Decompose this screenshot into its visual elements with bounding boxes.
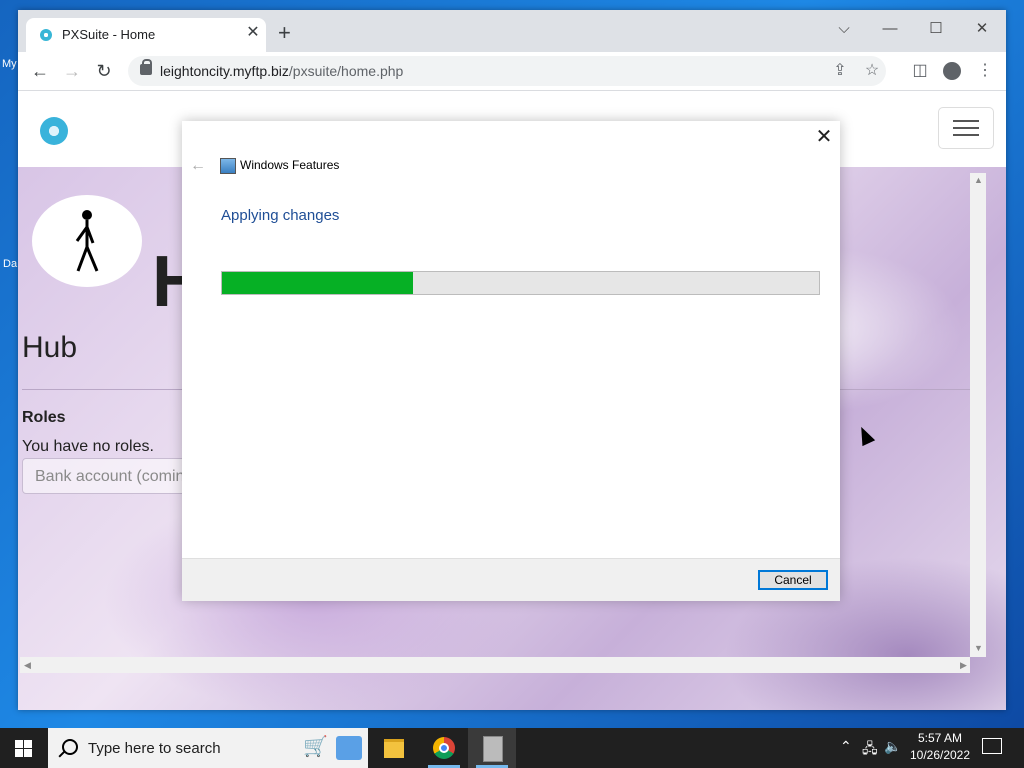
browser-toolbar: ← → ↻ leightoncity.myftp.biz/pxsuite/hom… — [18, 52, 1006, 91]
site-logo-icon[interactable] — [40, 117, 68, 145]
search-placeholder: Type here to search — [88, 740, 221, 757]
share-icon[interactable]: ⇪ — [828, 59, 852, 83]
stick-figure-icon — [75, 210, 99, 272]
lock-icon[interactable] — [140, 59, 152, 75]
maximize-button[interactable]: ☐ — [916, 16, 956, 42]
windows-features-dialog: ✕ ← Windows Features Applying changes Ca… — [182, 121, 840, 601]
cancel-button[interactable]: Cancel — [758, 570, 828, 590]
windows-logo-icon — [15, 740, 23, 748]
file-explorer-taskbar-button[interactable] — [370, 728, 418, 768]
back-arrow-icon[interactable]: ← — [28, 59, 52, 83]
chrome-taskbar-button[interactable] — [420, 728, 468, 768]
no-roles-text: You have no roles. — [22, 438, 154, 455]
page-title: Hub — [22, 331, 78, 364]
forward-arrow-icon[interactable]: → — [60, 59, 84, 83]
windows-features-icon — [220, 158, 236, 174]
chevron-up-icon[interactable]: ⌃ — [840, 738, 852, 755]
progress-bar — [221, 271, 820, 295]
back-arrow-icon[interactable]: ← — [190, 157, 206, 175]
taskbar: Type here to search 🛒 ⌃ 🖧 🔈 5:57 AM 10/2… — [0, 728, 1024, 768]
dialog-title: Windows Features — [240, 158, 340, 172]
hamburger-menu-button[interactable] — [938, 107, 994, 149]
horizontal-scrollbar[interactable]: ◀ ▶ — [20, 657, 970, 673]
new-tab-button[interactable]: + — [278, 22, 291, 44]
tab-search-chevron-icon[interactable]: ⌵ — [824, 16, 864, 42]
shopping-bag-icon — [336, 736, 362, 760]
scroll-up-icon[interactable]: ▲ — [974, 175, 983, 185]
dialog-footer: Cancel — [182, 558, 840, 601]
scroll-right-icon[interactable]: ▶ — [960, 660, 967, 671]
taskbar-search-box[interactable]: Type here to search 🛒 — [48, 728, 368, 768]
tab-pxsuite-home[interactable]: PXSuite - Home ✕ — [26, 18, 266, 52]
scroll-down-icon[interactable]: ▼ — [974, 643, 983, 653]
desktop-icon-label[interactable]: Da — [3, 258, 17, 270]
volume-icon[interactable]: 🔈 — [884, 738, 901, 755]
windows-features-taskbar-button[interactable] — [468, 728, 516, 768]
roles-heading: Roles — [22, 409, 66, 426]
kebab-menu-icon[interactable]: ⋮ — [973, 59, 997, 83]
close-tab-icon[interactable]: ✕ — [244, 24, 262, 42]
vertical-scrollbar[interactable]: ▲ ▼ — [970, 173, 986, 657]
folder-icon — [384, 739, 404, 758]
url-text[interactable]: leightoncity.myftp.biz/pxsuite/home.php — [160, 63, 403, 79]
chrome-icon — [433, 737, 455, 759]
profile-avatar-icon[interactable] — [943, 62, 961, 80]
notification-icon[interactable] — [982, 738, 1002, 754]
tab-title: PXSuite - Home — [62, 27, 156, 42]
start-button[interactable] — [0, 728, 48, 768]
clock-time: 5:57 AM — [917, 731, 963, 745]
avatar — [32, 195, 142, 287]
bookmark-star-icon[interactable]: ☆ — [860, 59, 884, 83]
minimize-button[interactable]: — — [870, 16, 910, 42]
network-icon[interactable]: 🖧 — [862, 738, 878, 762]
tab-strip: PXSuite - Home ✕ + ⌵ — ☐ ✕ — [18, 10, 1006, 52]
site-favicon-icon — [40, 29, 52, 41]
clock[interactable]: 5:57 AM 10/26/2022 — [900, 730, 980, 764]
dialog-heading: Applying changes — [221, 207, 340, 224]
search-icon — [62, 739, 78, 755]
close-dialog-icon[interactable]: ✕ — [812, 125, 836, 149]
clock-date: 10/26/2022 — [909, 748, 971, 762]
windows-features-icon — [483, 736, 503, 762]
shopping-cart-icon: 🛒 — [303, 736, 328, 758]
side-panel-icon[interactable]: ◫ — [908, 59, 932, 83]
progress-fill — [222, 272, 414, 294]
desktop-icon-label[interactable]: My — [2, 58, 17, 70]
scroll-left-icon[interactable]: ◀ — [24, 660, 31, 671]
address-bar[interactable]: leightoncity.myftp.biz/pxsuite/home.php … — [128, 56, 886, 86]
close-window-button[interactable]: ✕ — [962, 16, 1002, 42]
reload-icon[interactable]: ↻ — [92, 59, 116, 83]
